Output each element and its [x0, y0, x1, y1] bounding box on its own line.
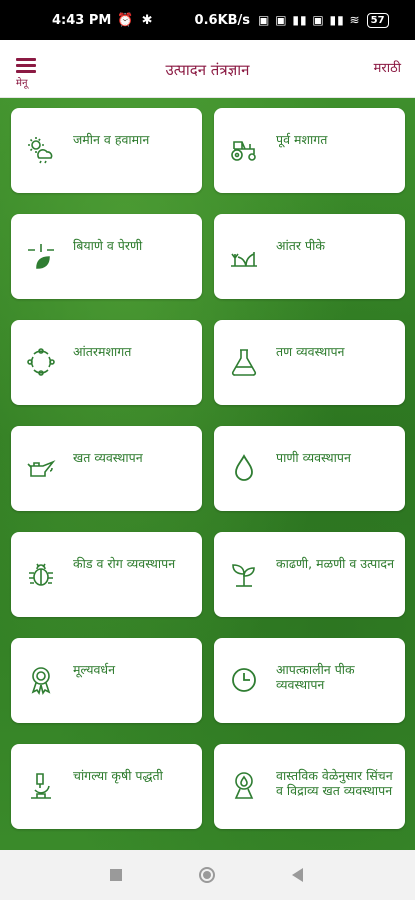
- card-pre-tillage[interactable]: पूर्व मशागत: [214, 108, 405, 193]
- card-intercrops[interactable]: आंतर पीके: [214, 214, 405, 299]
- card-label: चांगल्या कृषी पद्धती: [73, 768, 163, 783]
- water-drop-icon: [228, 452, 260, 484]
- sowing-icon: [25, 240, 57, 272]
- signal-wifi-icon: ▣ ▣ ▮▮ ▣ ▮▮ ≋: [258, 13, 361, 27]
- bug-icon: [25, 558, 57, 590]
- main-content: जमीन व हवामान पूर्व मशागत बियाणे व पेरणी…: [0, 98, 415, 850]
- card-label: तण व्यवस्थापन: [276, 344, 345, 359]
- alarm-settings-icon: ⏰ ✱: [117, 12, 155, 28]
- card-label: पाणी व्यवस्थापन: [276, 450, 351, 465]
- card-emergency-crop-management[interactable]: आपत्कालीन पीक व्यवस्थापन: [214, 638, 405, 723]
- status-bar: 4:43 PM ⏰ ✱ 0.6KB/s ▣ ▣ ▮▮ ▣ ▮▮ ≋ 57: [0, 0, 415, 40]
- home-icon[interactable]: [199, 867, 215, 883]
- card-label: कीड व रोग व्यवस्थापन: [73, 556, 176, 571]
- card-water-management[interactable]: पाणी व्यवस्थापन: [214, 426, 405, 511]
- battery-icon: 57: [366, 12, 389, 28]
- card-label: बियाणे व पेरणी: [73, 238, 143, 253]
- card-label: खत व्यवस्थापन: [73, 450, 143, 465]
- award-icon: [25, 664, 57, 696]
- card-label: वास्तविक वेळेनुसार सिंचन व विद्राव्य खत …: [276, 768, 393, 798]
- app-header: मेनू उत्पादन तंत्रज्ञान मराठी: [0, 40, 415, 98]
- card-soil-climate[interactable]: जमीन व हवामान: [11, 108, 202, 193]
- card-pest-disease-management[interactable]: कीड व रोग व्यवस्थापन: [11, 532, 202, 617]
- card-value-addition[interactable]: मूल्यवर्धन: [11, 638, 202, 723]
- intercrop-icon: [228, 240, 260, 272]
- card-label: आंतरमशागत: [73, 344, 132, 359]
- category-grid: जमीन व हवामान पूर्व मशागत बियाणे व पेरणी…: [11, 108, 405, 829]
- card-label: पूर्व मशागत: [276, 132, 328, 147]
- irrigation-icon: [228, 770, 260, 802]
- back-icon[interactable]: [292, 868, 303, 882]
- system-nav-bar: [0, 850, 415, 900]
- card-seeds-sowing[interactable]: बियाणे व पेरणी: [11, 214, 202, 299]
- card-label: जमीन व हवामान: [73, 132, 150, 147]
- tractor-icon: [228, 134, 260, 166]
- microscope-icon: [25, 770, 57, 802]
- clock-icon: [228, 664, 260, 696]
- network-speed: 0.6KB/s: [194, 12, 251, 28]
- card-label: मूल्यवर्धन: [73, 662, 116, 677]
- card-weed-management[interactable]: तण व्यवस्थापन: [214, 320, 405, 405]
- status-time: 4:43 PM: [52, 12, 112, 28]
- oilcan-icon: [25, 452, 57, 484]
- card-fertilizer-management[interactable]: खत व्यवस्थापन: [11, 426, 202, 511]
- card-good-agricultural-practices[interactable]: चांगल्या कृषी पद्धती: [11, 744, 202, 829]
- recent-apps-icon[interactable]: [110, 869, 122, 881]
- weather-icon: [25, 134, 57, 166]
- cycle-icon: [25, 346, 57, 378]
- card-label: आपत्कालीन पीक व्यवस्थापन: [276, 662, 355, 692]
- card-realtime-irrigation-fertigation[interactable]: वास्तविक वेळेनुसार सिंचन व विद्राव्य खत …: [214, 744, 405, 829]
- language-button[interactable]: मराठी: [374, 58, 401, 76]
- card-label: काढणी, मळणी व उत्पादन: [276, 556, 395, 571]
- card-inter-cultivation[interactable]: आंतरमशागत: [11, 320, 202, 405]
- card-label: आंतर पीके: [276, 238, 325, 253]
- page-title: उत्पादन तंत्रज्ञान: [165, 61, 250, 79]
- card-harvest-threshing-yield[interactable]: काढणी, मळणी व उत्पादन: [214, 532, 405, 617]
- flask-icon: [228, 346, 260, 378]
- sprout-icon: [228, 558, 260, 590]
